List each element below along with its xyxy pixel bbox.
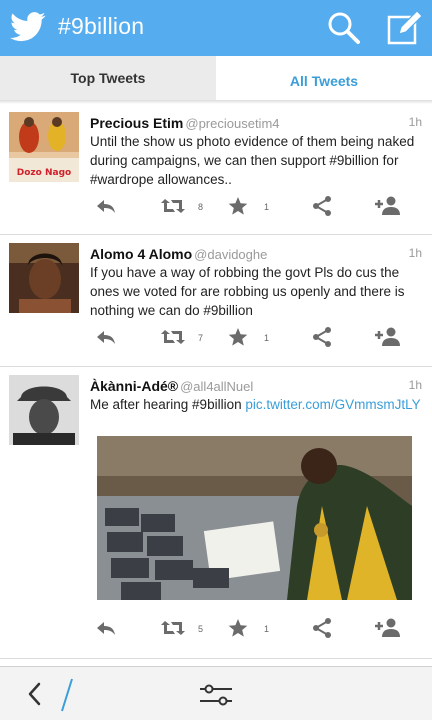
tweet-item[interactable]: Dozo Nago Precious Etim @preciousetim4 1h… <box>0 104 432 235</box>
retweet-icon <box>161 330 185 344</box>
retweet-button[interactable] <box>160 325 186 353</box>
tweet-item[interactable]: Alomo 4 Alomo @davidoghe 1h If you have a… <box>0 235 432 367</box>
follow-button[interactable] <box>374 325 402 353</box>
add-user-icon <box>375 196 400 215</box>
share-icon <box>313 327 331 347</box>
add-user-icon <box>375 327 400 346</box>
compose-icon[interactable] <box>384 8 424 48</box>
tweet-media-image[interactable] <box>97 436 412 600</box>
retweet-icon <box>161 621 185 635</box>
app-header: #9billion <box>0 0 432 56</box>
tab-top-tweets[interactable]: Top Tweets <box>0 56 216 100</box>
back-icon[interactable] <box>22 679 48 709</box>
swipe-indicator-icon <box>61 678 73 712</box>
favorite-button[interactable] <box>226 325 250 353</box>
tweet-actions: 5 1 <box>0 616 432 644</box>
search-icon[interactable] <box>324 8 364 48</box>
reply-button[interactable] <box>94 325 118 353</box>
avatar[interactable] <box>9 243 79 313</box>
retweet-button[interactable] <box>160 194 186 222</box>
twitter-bird-icon[interactable] <box>10 11 46 43</box>
share-button[interactable] <box>310 194 334 222</box>
tweet-link[interactable]: pic.twitter.com/GVmmsmJtLY <box>245 397 420 412</box>
author-name[interactable]: Alomo 4 Alomo <box>90 246 192 262</box>
tweet-author[interactable]: Precious Etim @preciousetim4 <box>90 115 280 131</box>
reply-button[interactable] <box>94 194 118 222</box>
star-icon <box>228 328 248 346</box>
tweet-text: Until the show us photo evidence of them… <box>90 134 415 187</box>
favorite-count: 1 <box>264 202 270 212</box>
page-title: #9billion <box>58 13 145 39</box>
author-handle[interactable]: @preciousetim4 <box>185 116 279 131</box>
tweet-author[interactable]: Àkànni-Adé® @all4allNuel <box>90 378 253 394</box>
reply-icon <box>97 200 115 213</box>
bottom-bar <box>0 666 432 720</box>
author-handle[interactable]: @all4allNuel <box>180 379 253 394</box>
follow-button[interactable] <box>374 616 402 644</box>
favorite-count: 1 <box>264 624 270 634</box>
author-handle[interactable]: @davidoghe <box>194 247 267 262</box>
avatar[interactable]: Dozo Nago <box>9 112 79 182</box>
retweet-count: 8 <box>198 202 204 212</box>
star-icon <box>228 619 248 637</box>
retweet-button[interactable] <box>160 616 186 644</box>
follow-button[interactable] <box>374 194 402 222</box>
tweet-time: 1h <box>408 378 422 392</box>
tweet-author[interactable]: Alomo 4 Alomo @davidoghe <box>90 246 267 262</box>
share-button[interactable] <box>310 616 334 644</box>
avatar-caption: Dozo Nago <box>17 168 71 178</box>
filter-icon[interactable] <box>196 681 236 709</box>
share-icon <box>313 196 331 216</box>
author-name[interactable]: Precious Etim <box>90 115 183 131</box>
reply-icon <box>97 331 115 344</box>
tab-all-tweets[interactable]: All Tweets <box>216 56 432 100</box>
favorite-count: 1 <box>264 333 270 343</box>
tweet-time: 1h <box>408 246 422 260</box>
tweet-text: If you have a way of robbing the govt Pl… <box>90 265 405 318</box>
share-icon <box>313 618 331 638</box>
reply-button[interactable] <box>94 616 118 644</box>
reply-icon <box>97 622 115 635</box>
favorite-button[interactable] <box>226 616 250 644</box>
avatar[interactable] <box>9 375 79 445</box>
add-user-icon <box>375 618 400 637</box>
tweet-text: Me after hearing #9billion pic.twitter.c… <box>90 395 422 414</box>
tweet-actions: 7 1 <box>0 325 432 353</box>
tweet-time: 1h <box>408 115 422 129</box>
tab-bar: Top Tweets All Tweets <box>0 56 432 100</box>
author-name[interactable]: Àkànni-Adé® <box>90 378 178 394</box>
retweet-count: 5 <box>198 624 204 634</box>
share-button[interactable] <box>310 325 334 353</box>
tweet-actions: 8 1 <box>0 194 432 222</box>
tweet-body: Me after hearing #9billion <box>90 397 246 412</box>
retweet-count: 7 <box>198 333 204 343</box>
retweet-icon <box>161 199 185 213</box>
favorite-button[interactable] <box>226 194 250 222</box>
star-icon <box>228 197 248 215</box>
